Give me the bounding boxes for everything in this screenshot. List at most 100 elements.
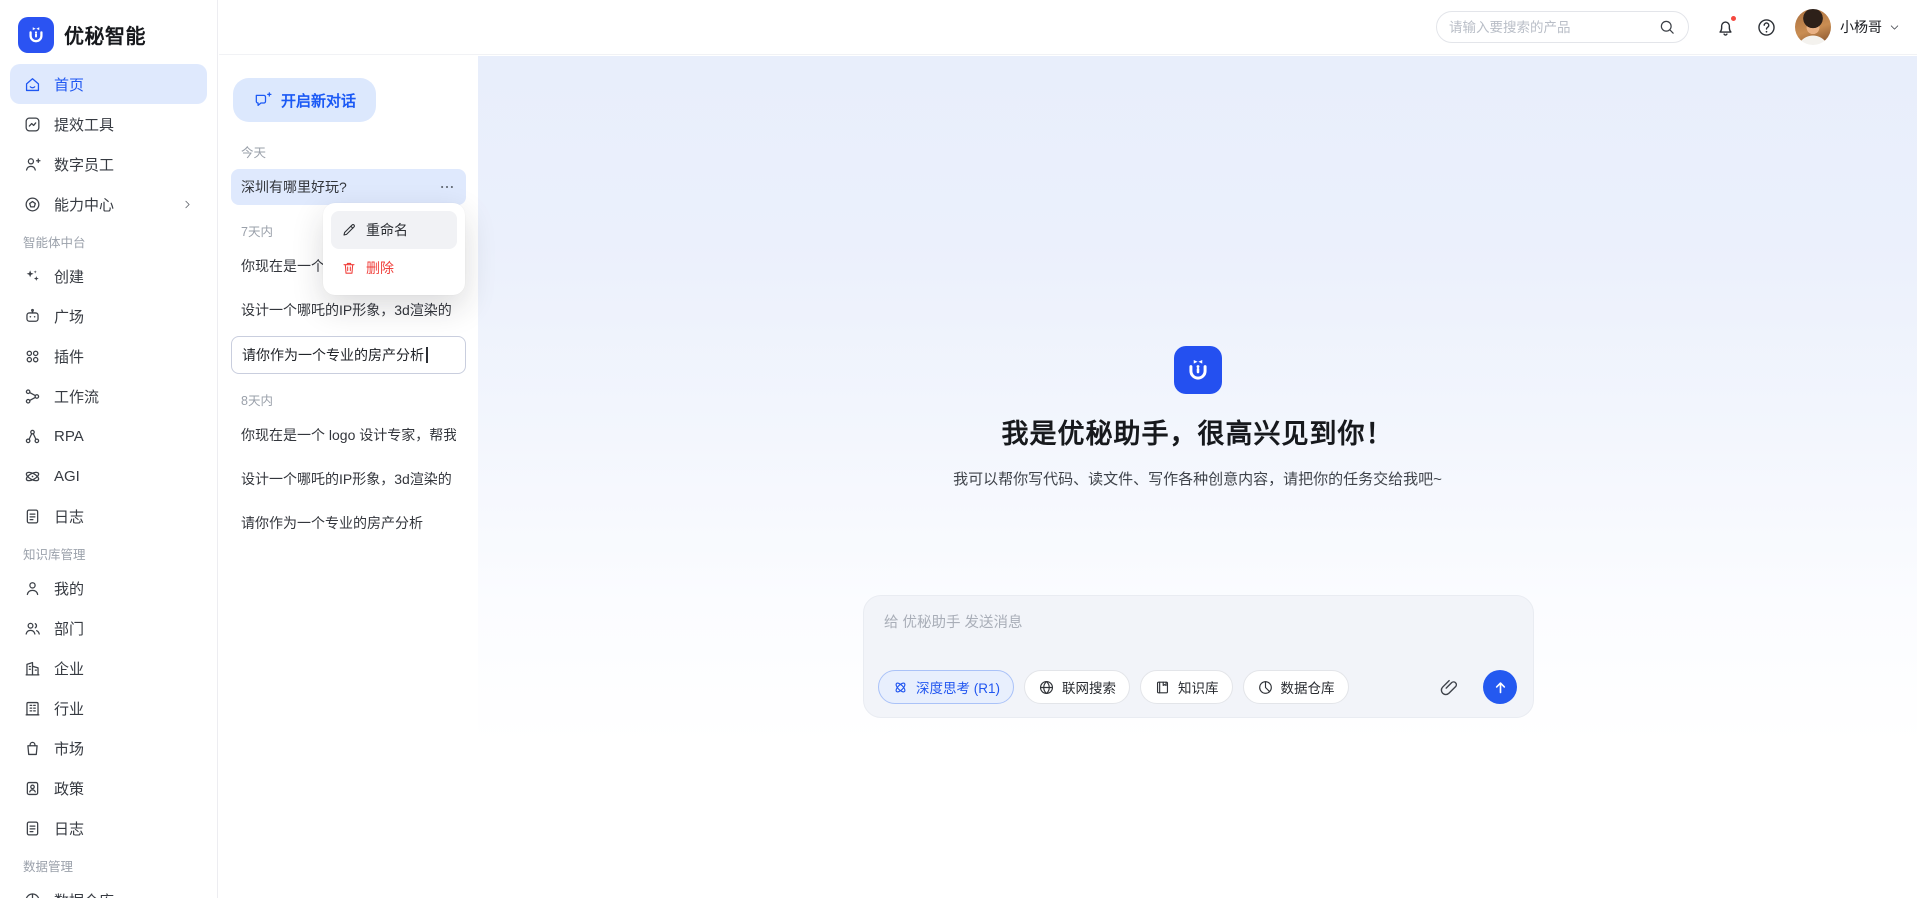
delete-menu-item[interactable]: 删除: [331, 249, 457, 287]
web-search-toggle[interactable]: 联网搜索: [1024, 670, 1130, 704]
deep-think-icon: [892, 679, 909, 696]
username[interactable]: 小杨哥: [1840, 17, 1882, 37]
conversation-title: 你现在是一个: [241, 258, 325, 274]
knowledge-base-icon: [1154, 679, 1171, 696]
create-sparkles-icon: [23, 267, 42, 286]
sidebar-item-enterprise[interactable]: 企业: [10, 648, 207, 688]
sidebar-item-label: 政策: [54, 780, 85, 798]
brand-logo-icon: [18, 16, 54, 53]
sidebar-item-mine[interactable]: 我的: [10, 568, 207, 608]
plugin-icon: [23, 347, 42, 366]
sidebar-item-policy[interactable]: 政策: [10, 768, 207, 808]
rename-input[interactable]: 请你作为一个专业的房产分析: [231, 336, 466, 374]
rename-value: 请你作为一个专业的房产分析: [242, 347, 424, 363]
brand: 优秘智能: [0, 0, 217, 56]
search-icon[interactable]: [1658, 18, 1676, 36]
enterprise-icon: [23, 659, 42, 678]
conversation-item[interactable]: 请你作为一个专业的房产分析: [231, 505, 466, 541]
data-warehouse-icon: [23, 891, 42, 898]
knowledge-base-toggle[interactable]: 知识库: [1140, 670, 1233, 704]
robot-icon: [23, 307, 42, 326]
product-search[interactable]: [1436, 11, 1689, 43]
conversation-item[interactable]: 你现在是一个 logo 设计专家，帮我: [231, 417, 466, 453]
log-icon: [23, 507, 42, 526]
help-icon: [1756, 17, 1777, 38]
sidebar-item-label: 能力中心: [54, 196, 115, 214]
message-composer[interactable]: 给 优秘助手 发送消息 深度思考 (R1) 联网搜索 知识库 数据仓库: [863, 595, 1534, 718]
data-warehouse-toggle[interactable]: 数据仓库: [1242, 670, 1349, 704]
data-warehouse-icon: [1257, 679, 1274, 696]
chat-main-area: 我是优秘助手，很高兴见到你！ 我可以帮你写代码、读文件、写作各种创意内容，请把你…: [478, 56, 1917, 898]
pencil-icon: [341, 222, 357, 238]
sidebar-item-digital-staff[interactable]: 数字员工: [10, 144, 207, 184]
sidebar-item-label: 插件: [54, 348, 85, 366]
web-search-icon: [1038, 679, 1055, 696]
conversation-panel: 开启新对话 今天 深圳有哪里好玩? 7天内 你现在是一个 设计一个哪吒的IP形象…: [219, 56, 478, 898]
sidebar-section-knowledge: 知识库管理: [23, 548, 86, 562]
conversation-item[interactable]: 设计一个哪吒的IP形象，3d渲染的: [231, 292, 466, 328]
rpa-icon: [23, 427, 42, 446]
sidebar-section-data: 数据管理: [23, 860, 74, 874]
sidebar-item-label: 企业: [54, 660, 85, 678]
workflow-icon: [23, 387, 42, 406]
history-group-today: 今天: [241, 146, 267, 160]
sidebar-item-workflow[interactable]: 工作流: [10, 376, 207, 416]
sidebar-item-label: 广场: [54, 308, 85, 326]
new-chat-button[interactable]: 开启新对话: [233, 78, 377, 122]
sidebar-item-create[interactable]: 创建: [10, 256, 207, 296]
sidebar-item-label: 日志: [54, 508, 85, 526]
tool-label: 知识库: [1178, 681, 1219, 696]
search-input[interactable]: [1449, 19, 1658, 35]
sidebar-item-industry[interactable]: 行业: [10, 688, 207, 728]
greeting-title: 我是优秘助手，很高兴见到你！: [1001, 419, 1394, 449]
sidebar-item-label: 提效工具: [54, 116, 115, 134]
tools-icon: [23, 115, 42, 134]
sidebar-item-data-warehouse[interactable]: 数据仓库: [10, 880, 207, 898]
trash-icon: [341, 260, 357, 276]
send-button[interactable]: [1483, 670, 1517, 704]
sidebar-item-agi[interactable]: AGI: [10, 456, 207, 496]
chevron-right-icon: [181, 198, 194, 211]
sidebar-item-label: AGI: [54, 467, 80, 485]
sidebar-item-label: 首页: [54, 76, 85, 94]
more-options-icon[interactable]: [438, 178, 456, 196]
sidebar-item-plaza[interactable]: 广场: [10, 296, 207, 336]
paperclip-icon[interactable]: [1439, 677, 1460, 698]
agi-icon: [23, 467, 42, 486]
help-button[interactable]: [1756, 17, 1777, 38]
sidebar-item-home[interactable]: 首页: [10, 64, 207, 104]
new-chat-icon: [253, 91, 272, 110]
avatar[interactable]: [1795, 9, 1831, 45]
new-chat-label: 开启新对话: [281, 92, 357, 110]
sidebar-item-label: RPA: [54, 427, 84, 445]
tool-label: 数据仓库: [1280, 681, 1335, 696]
sidebar-item-plugins[interactable]: 插件: [10, 336, 207, 376]
sidebar-item-capability-center[interactable]: 能力中心: [10, 184, 207, 224]
sidebar-section-agent: 智能体中台: [23, 236, 86, 250]
sidebar-item-label: 行业: [54, 700, 85, 718]
sidebar-item-rpa[interactable]: RPA: [10, 416, 207, 456]
chevron-down-icon[interactable]: [1888, 21, 1901, 34]
person-icon: [23, 579, 42, 598]
sidebar-item-log[interactable]: 日志: [10, 496, 207, 536]
sidebar-item-label: 创建: [54, 268, 85, 286]
sidebar-item-tools[interactable]: 提效工具: [10, 104, 207, 144]
assistant-logo-icon: [1173, 346, 1222, 394]
sidebar-item-market[interactable]: 市场: [10, 728, 207, 768]
send-arrow-icon: [1492, 679, 1509, 696]
conversation-item[interactable]: 设计一个哪吒的IP形象，3d渲染的: [231, 461, 466, 497]
sidebar-item-label: 日志: [54, 820, 85, 838]
welcome-block: 我是优秘助手，很高兴见到你！ 我可以帮你写代码、读文件、写作各种创意内容，请把你…: [478, 346, 1917, 489]
deep-think-toggle[interactable]: 深度思考 (R1): [878, 670, 1014, 704]
sidebar-item-label: 数据仓库: [54, 890, 114, 898]
sidebar-item-log2[interactable]: 日志: [10, 808, 207, 848]
text-caret: [426, 347, 428, 363]
market-bag-icon: [23, 739, 42, 758]
notification-dot: [1730, 14, 1737, 22]
sidebar-item-department[interactable]: 部门: [10, 608, 207, 648]
sidebar-item-label: 工作流: [54, 388, 100, 406]
rename-menu-item[interactable]: 重命名: [331, 211, 457, 249]
notifications-button[interactable]: [1715, 14, 1737, 38]
sidebar: 优秘智能 首页 提效工具 数字员工 能力中心 智能体中台 创建 广场 插件 工作…: [0, 0, 218, 898]
conversation-item[interactable]: 深圳有哪里好玩?: [231, 169, 466, 205]
